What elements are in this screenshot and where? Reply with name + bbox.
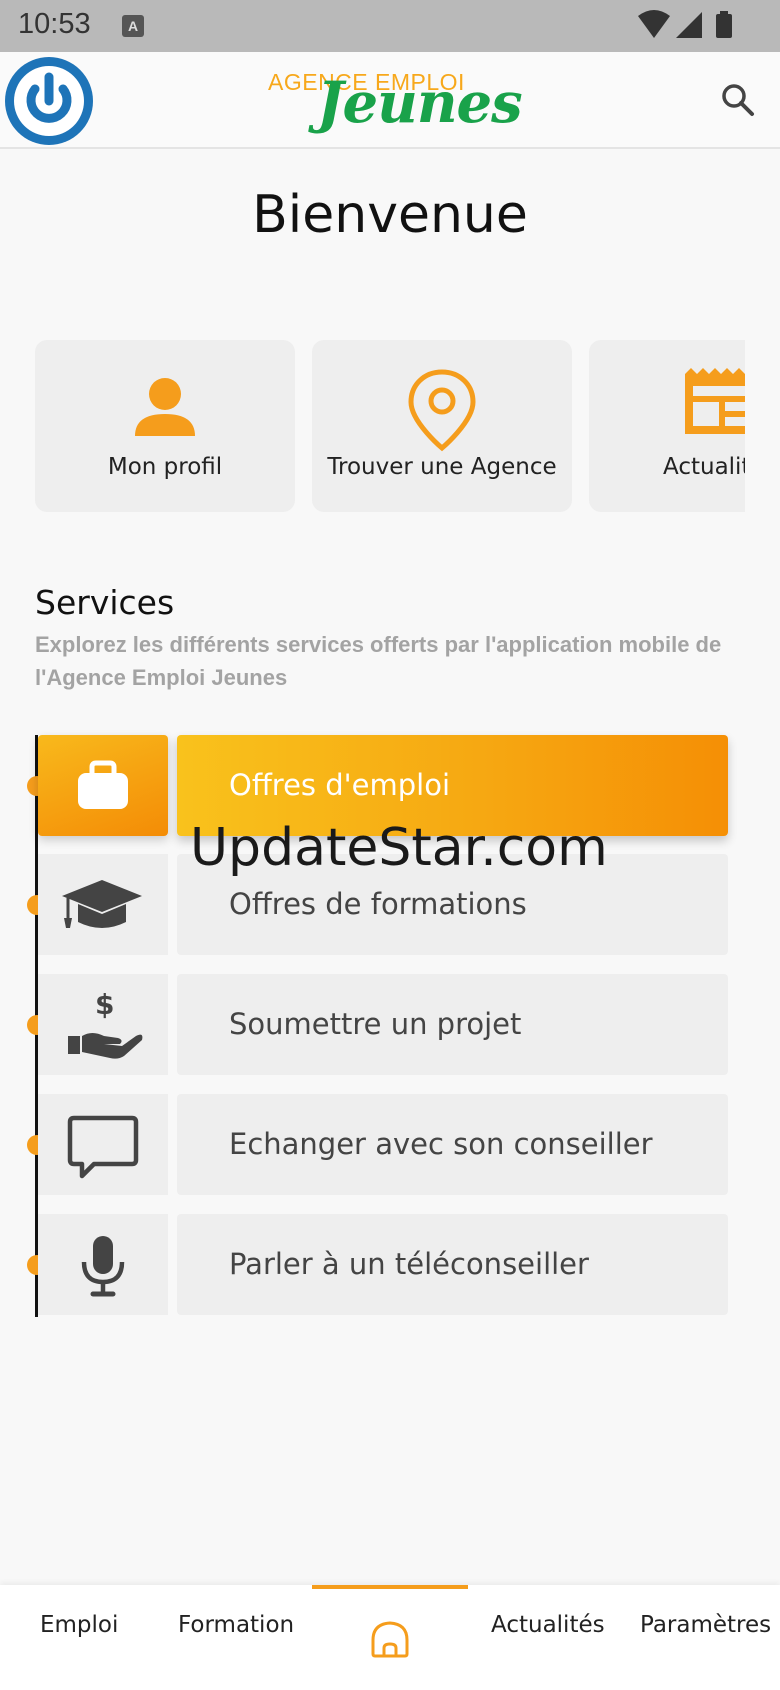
tile-actualites[interactable]: Actualit — [589, 340, 745, 512]
quick-tiles-carousel[interactable]: Mon profil Trouver une Agence Actualit — [35, 340, 745, 512]
location-pin-icon — [408, 369, 476, 452]
graduation-cap-icon — [62, 880, 142, 928]
nav-label: Emploi — [40, 1612, 119, 1638]
page-title: Bienvenue — [252, 185, 528, 245]
app-logo: AGENCE EMPLOI Jeunes — [265, 60, 525, 144]
nav-label: Formation — [178, 1612, 295, 1638]
nav-item-actualites[interactable]: Actualités — [468, 1585, 624, 1690]
home-icon — [371, 1621, 409, 1658]
status-icons — [638, 10, 732, 38]
status-notification-badge: A — [122, 15, 144, 37]
battery-icon — [716, 14, 732, 38]
app-bar: AGENCE EMPLOI Jeunes — [0, 52, 780, 149]
tile-mon-profil[interactable]: Mon profil — [35, 340, 295, 512]
service-label: Soumettre un projet — [229, 1007, 522, 1041]
power-button[interactable] — [5, 57, 93, 145]
newspaper-icon — [685, 368, 745, 434]
wifi-icon — [638, 10, 670, 38]
logo-main-text: Jeunes — [317, 70, 523, 136]
service-label: Parler à un téléconseiller — [229, 1247, 589, 1281]
person-icon — [135, 378, 195, 436]
watermark: UpdateStar.com — [190, 818, 608, 878]
briefcase-icon — [78, 760, 128, 809]
bottom-nav: Emploi Formation Actualités Paramètres — [0, 1585, 780, 1690]
nav-item-home[interactable] — [312, 1585, 468, 1690]
service-soumettre-projet[interactable]: Soumettre un projet — [177, 974, 728, 1075]
service-parler-teleconseiller[interactable]: Parler à un téléconseiller — [177, 1214, 728, 1315]
nav-label: Actualités — [491, 1612, 605, 1638]
nav-item-parametres[interactable]: Paramètres — [624, 1585, 780, 1690]
service-echanger-conseiller[interactable]: Echanger avec son conseiller — [177, 1094, 728, 1195]
service-icon-box[interactable]: $ — [38, 974, 168, 1075]
tile-label: Actualit — [663, 454, 745, 480]
nav-item-formation[interactable]: Formation — [156, 1585, 312, 1690]
service-icon-box[interactable] — [38, 854, 168, 955]
service-label: Echanger avec son conseiller — [229, 1127, 653, 1161]
service-icon-box[interactable] — [38, 1094, 168, 1195]
nav-item-emploi[interactable]: Emploi — [0, 1585, 156, 1690]
services-description: Explorez les différents services offerts… — [35, 632, 722, 690]
tile-label: Trouver une Agence — [327, 454, 557, 480]
microphone-icon — [81, 1236, 125, 1297]
svg-text:$: $ — [95, 988, 114, 1021]
status-time: 10:53 — [18, 8, 91, 40]
search-button[interactable] — [718, 80, 758, 120]
service-icon-box[interactable] — [38, 735, 168, 836]
hand-money-icon: $ — [68, 988, 143, 1059]
power-icon — [14, 66, 84, 136]
search-icon — [722, 84, 754, 116]
status-bar: 10:53 A — [0, 0, 780, 52]
tile-trouver-agence[interactable]: Trouver une Agence — [312, 340, 572, 512]
service-icon-box[interactable] — [38, 1214, 168, 1315]
signal-icon — [676, 12, 702, 38]
services-title: Services — [35, 583, 175, 622]
tile-label: Mon profil — [107, 454, 223, 480]
nav-label: Paramètres — [640, 1612, 772, 1638]
chat-bubble-icon — [67, 1115, 139, 1179]
